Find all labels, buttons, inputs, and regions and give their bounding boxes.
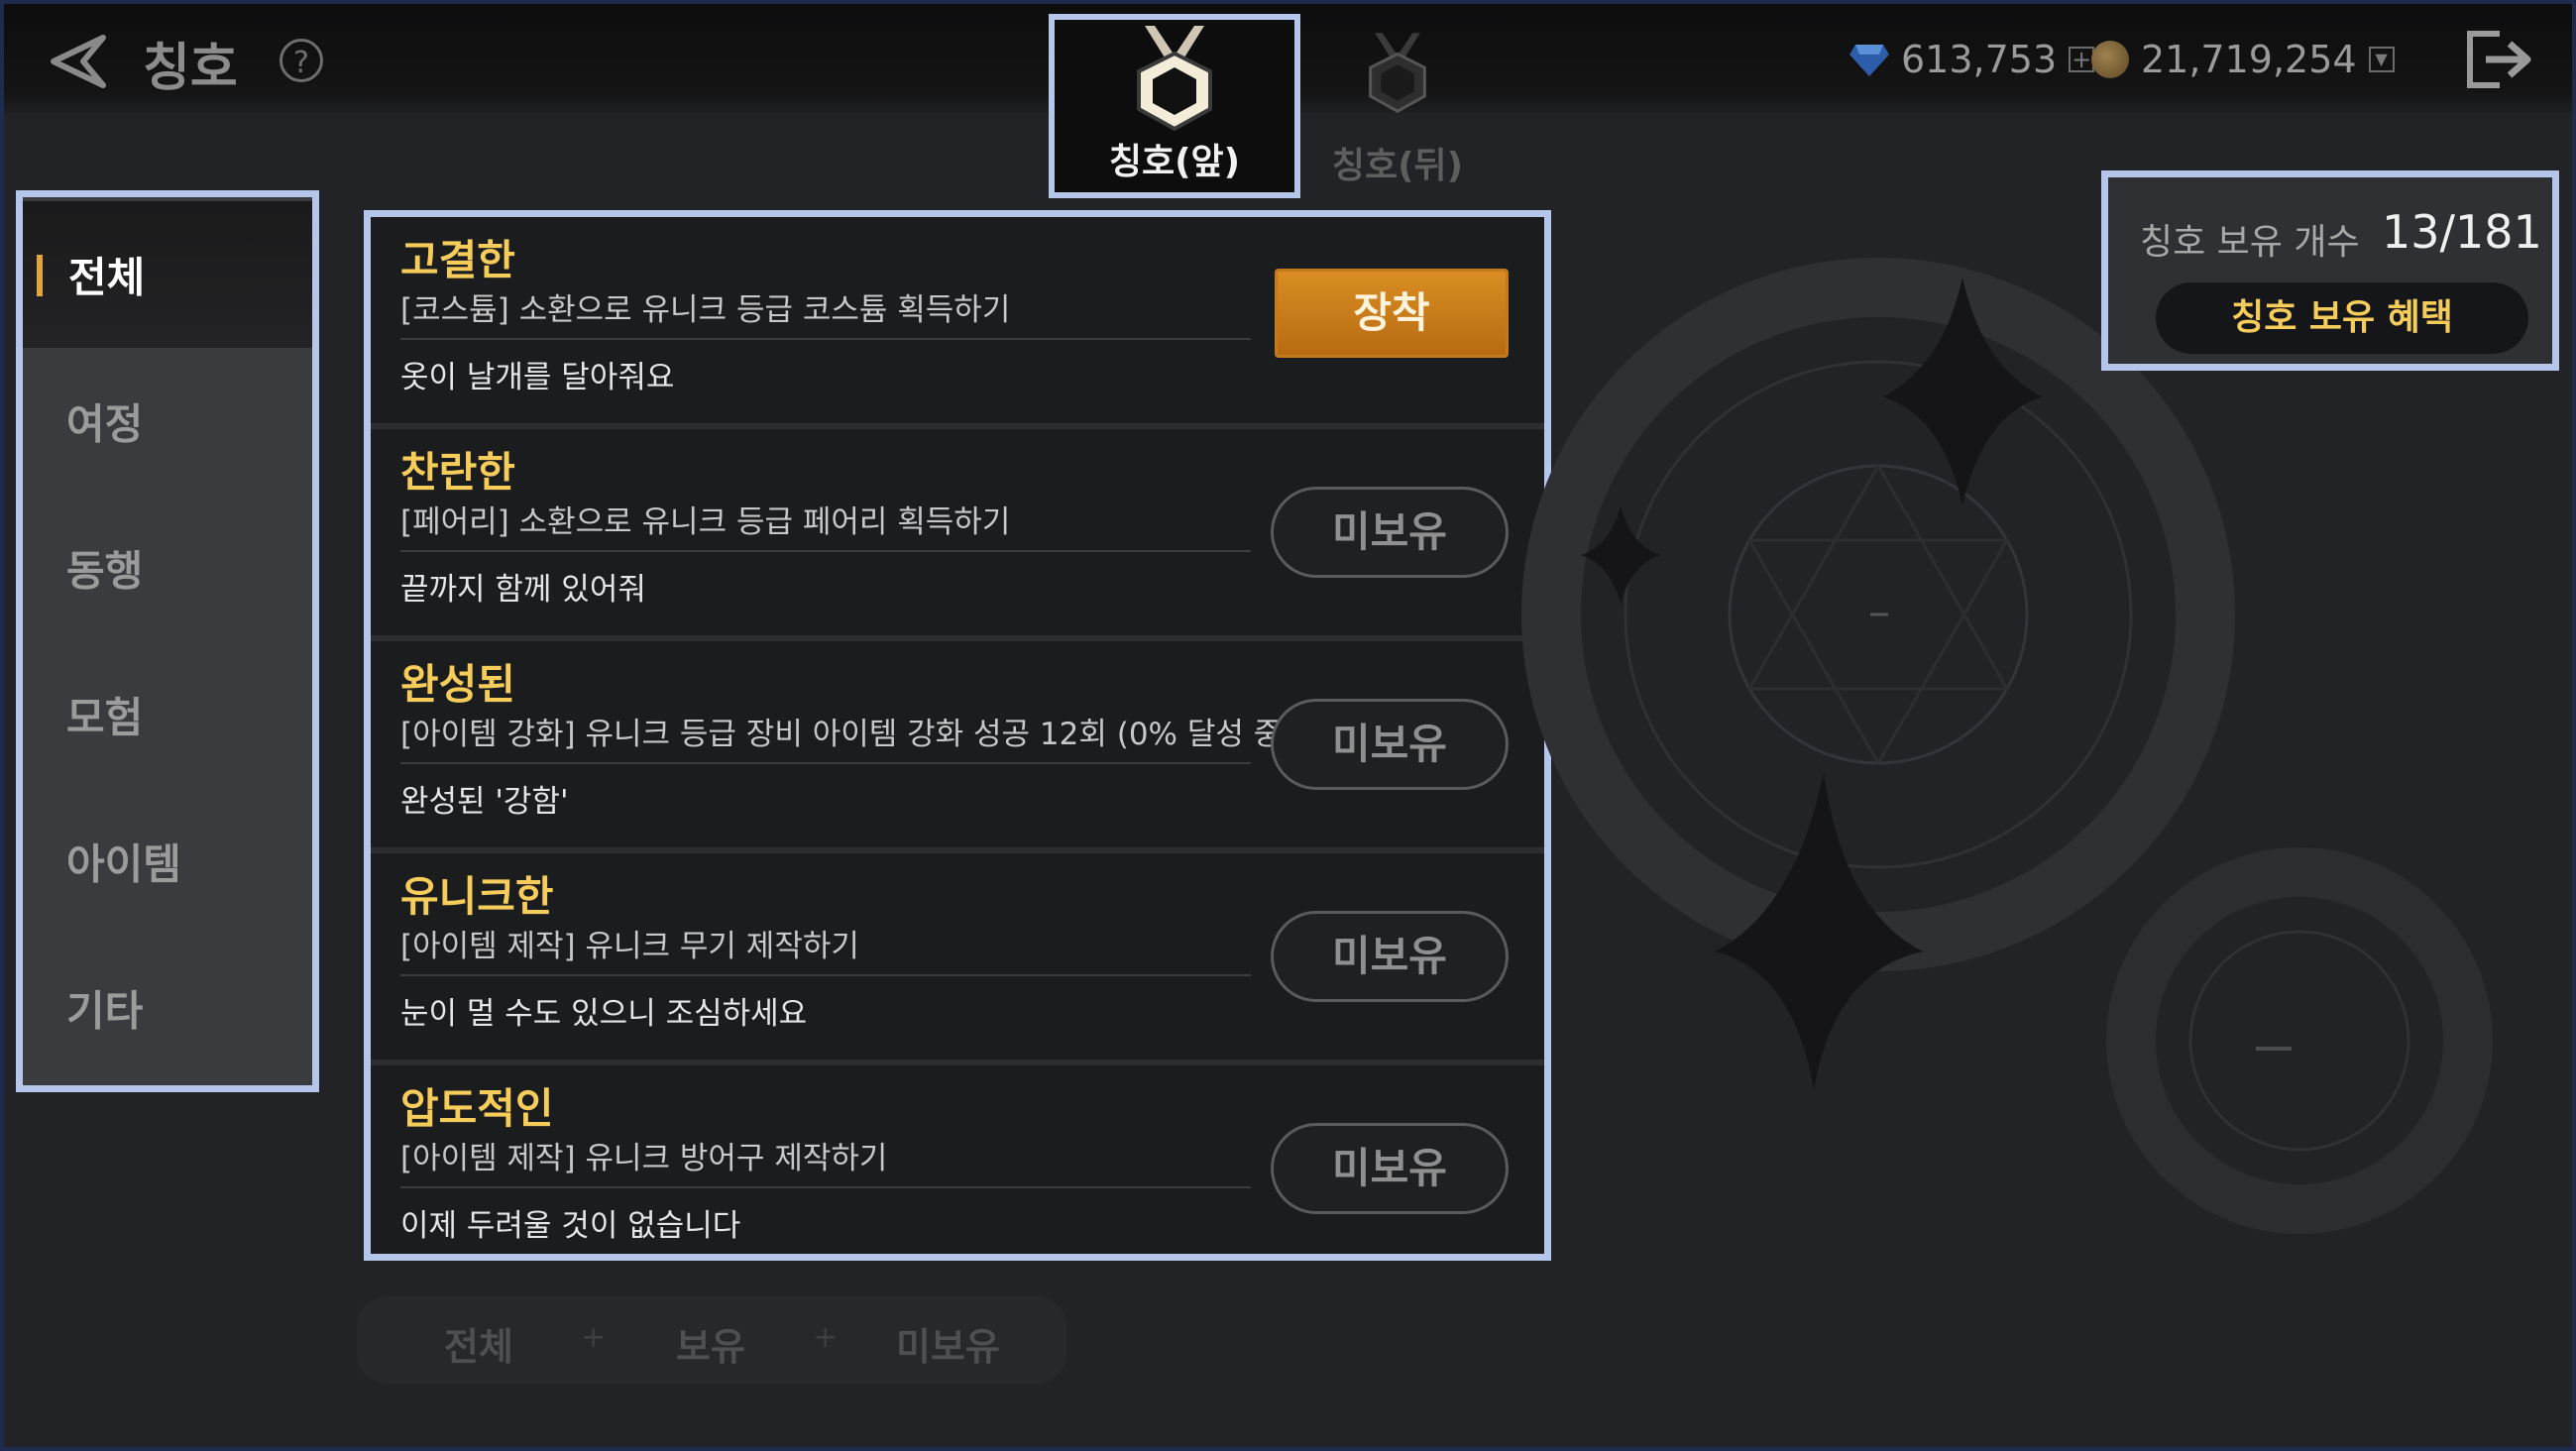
back-arrow-icon[interactable] <box>44 32 113 91</box>
list-item: 고결한 [코스튬] 소환으로 유니크 등급 코스튬 획득하기 옷이 날개를 달아… <box>371 217 1544 423</box>
coin-icon <box>2091 41 2129 78</box>
filter-not-owned[interactable]: 미보유 <box>896 1316 1000 1371</box>
title-condition: [아이템 제작] 유니크 무기 제작하기 <box>400 929 859 964</box>
title-preview-emblem: – <box>1521 258 2493 1234</box>
gem-icon <box>1849 45 1889 76</box>
sidebar-item-etc[interactable]: 기타 <box>23 935 312 1081</box>
category-sidebar: 전체 여정 동행 모험 아이템 기타 <box>16 190 319 1092</box>
row-divider <box>400 550 1251 552</box>
row-divider <box>400 338 1251 340</box>
sidebar-item-label: 기타 <box>66 986 144 1036</box>
sidebar-item-all[interactable]: 전체 <box>23 201 312 348</box>
help-icon[interactable]: ? <box>280 39 323 82</box>
sidebar-item-label: 전체 <box>68 253 146 302</box>
sidebar-item-item[interactable]: 아이템 <box>23 788 312 935</box>
gold-dropdown-button[interactable]: ▼ <box>2368 47 2395 72</box>
tab-title-front[interactable]: 칭호(앞) <box>1049 14 1300 198</box>
title-name: 찬란한 <box>400 448 515 497</box>
title-name: 완성된 <box>400 660 515 709</box>
sidebar-item-label: 동행 <box>66 546 144 596</box>
sidebar-item-label: 아이템 <box>66 839 181 889</box>
title-condition: [아이템 강화] 유니크 등급 장비 아이템 강화 성공 12회 (0% 달성 … <box>400 717 1294 752</box>
filter-separator: + <box>813 1320 839 1355</box>
title-description: 완성된 '강함' <box>400 784 569 820</box>
title-description: 이제 두려울 것이 없습니다 <box>400 1208 741 1244</box>
title-description: 눈이 멀 수도 있으니 조심하세요 <box>400 996 808 1032</box>
sidebar-item-adventure[interactable]: 모험 <box>23 641 312 788</box>
gem-amount: 613,753 <box>1901 38 2058 81</box>
owned-count-value: 13/181 <box>2382 205 2542 259</box>
list-item: 유니크한 [아이템 제작] 유니크 무기 제작하기 눈이 멀 수도 있으니 조심… <box>371 853 1544 1060</box>
title-badge-icon <box>1137 26 1212 132</box>
title-list[interactable]: 고결한 [코스튬] 소환으로 유니크 등급 코스튬 획득하기 옷이 날개를 달아… <box>364 210 1551 1261</box>
filter-owned[interactable]: 보유 <box>676 1316 745 1371</box>
row-divider <box>400 762 1251 764</box>
sidebar-item-label: 모험 <box>66 693 144 742</box>
title-description: 옷이 날개를 달아줘요 <box>400 360 675 395</box>
gem-currency: 613,753 + <box>1849 38 2095 81</box>
title-name: 고결한 <box>400 236 515 284</box>
tab-front-label: 칭호(앞) <box>1108 142 1241 182</box>
title-badge-icon-inactive <box>1369 33 1426 113</box>
filter-all[interactable]: 전체 <box>444 1316 513 1371</box>
title-condition: [아이템 제작] 유니크 방어구 제작하기 <box>400 1141 888 1176</box>
active-indicator <box>37 255 43 296</box>
tab-title-back[interactable]: 칭호(뒤) <box>1318 30 1477 188</box>
list-item: 압도적인 [아이템 제작] 유니크 방어구 제작하기 이제 두려울 것이 없습니… <box>371 1065 1544 1254</box>
sidebar-item-journey[interactable]: 여정 <box>23 348 312 495</box>
row-divider <box>400 1186 1251 1188</box>
title-name: 압도적인 <box>400 1084 554 1133</box>
filter-separator: + <box>581 1320 607 1355</box>
title-description: 끝까지 함께 있어줘 <box>400 572 646 608</box>
title-condition: [페어리] 소환으로 유니크 등급 페어리 획득하기 <box>400 504 1011 540</box>
tab-back-label: 칭호(뒤) <box>1331 146 1464 186</box>
gold-amount: 21,719,254 <box>2141 38 2357 81</box>
owned-count-label: 칭호 보유 개수 <box>2140 222 2360 263</box>
sidebar-item-label: 여정 <box>66 399 144 449</box>
title-condition: [코스튬] 소환으로 유니크 등급 코스튬 획득하기 <box>400 292 1011 328</box>
sidebar-item-companion[interactable]: 동행 <box>23 495 312 641</box>
row-divider <box>400 974 1251 976</box>
exit-icon[interactable] <box>2464 28 2539 91</box>
list-item: 완성된 [아이템 강화] 유니크 등급 장비 아이템 강화 성공 12회 (0%… <box>371 641 1544 847</box>
owned-count-panel: 칭호 보유 개수 13/181 칭호 보유 혜택 <box>2101 170 2559 371</box>
gold-currency: 21,719,254 ▼ <box>2091 38 2395 81</box>
ownership-filter-bar: 전체 + 보유 + 미보유 <box>357 1296 1066 1384</box>
title-name: 유니크한 <box>400 872 554 921</box>
preview-placeholder: – <box>1868 587 1890 637</box>
page-title: 칭호 <box>143 39 238 98</box>
owned-benefit-button[interactable]: 칭호 보유 혜택 <box>2156 282 2528 354</box>
list-item: 찬란한 [페어리] 소환으로 유니크 등급 페어리 획득하기 끝까지 함께 있어… <box>371 429 1544 635</box>
